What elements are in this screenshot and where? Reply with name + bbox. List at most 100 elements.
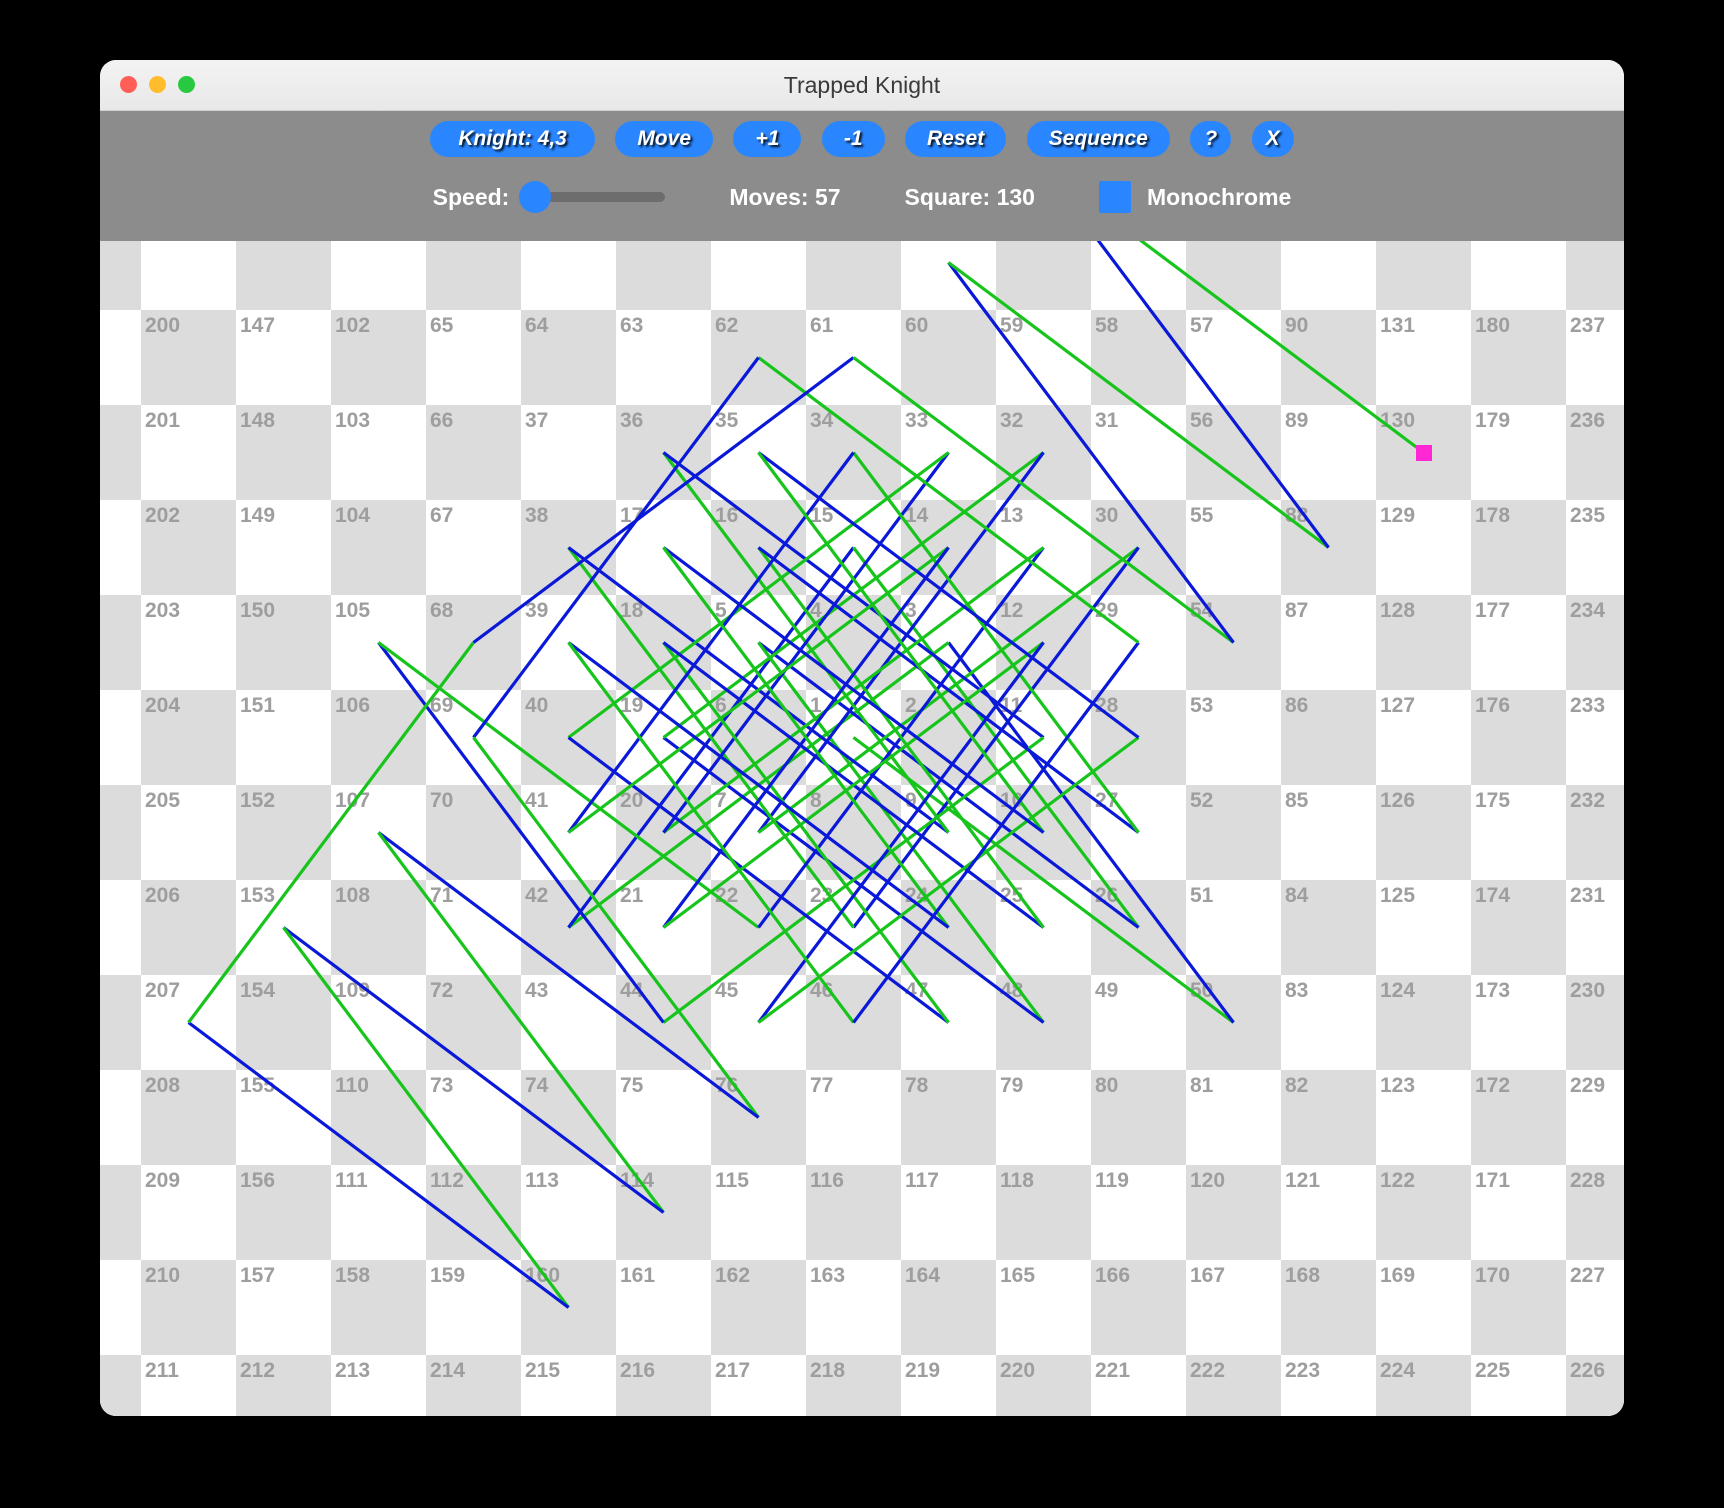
board-cell: 48 xyxy=(996,975,1091,1070)
board-cell: 219 xyxy=(901,1355,996,1416)
board-cell: 228 xyxy=(1566,1165,1624,1260)
speed-slider-knob[interactable] xyxy=(519,181,551,213)
board-cell: 88 xyxy=(1281,500,1376,595)
board-cell: 213 xyxy=(331,1355,426,1416)
board-cell: 162 xyxy=(711,1260,806,1355)
board-cell: 261 xyxy=(100,310,141,405)
board-cell: 20 xyxy=(616,785,711,880)
board-cell: 53 xyxy=(1186,690,1281,785)
monochrome-checkbox[interactable] xyxy=(1099,181,1131,213)
monochrome-label: Monochrome xyxy=(1147,184,1291,211)
board-cell: 86 xyxy=(1281,690,1376,785)
board-cell: 11 xyxy=(996,690,1091,785)
board-cell: 98 xyxy=(616,241,711,310)
board-cell: 176 xyxy=(1471,690,1566,785)
board-cell: 17 xyxy=(616,500,711,595)
board-cell: 81 xyxy=(1186,1070,1281,1165)
board-cell: 70 xyxy=(426,785,521,880)
board-cell: 205 xyxy=(141,785,236,880)
sequence-button[interactable]: Sequence xyxy=(1027,121,1170,157)
titlebar[interactable]: Trapped Knight xyxy=(100,60,1624,111)
board-cell: 128 xyxy=(1376,595,1471,690)
board-cell: 122 xyxy=(1376,1165,1471,1260)
board-cell: 8 xyxy=(806,785,901,880)
board-cell: 227 xyxy=(1566,1260,1624,1355)
board-cell: 68 xyxy=(426,595,521,690)
board-cell: 148 xyxy=(236,405,331,500)
board-cell: 59 xyxy=(996,310,1091,405)
board-cell: 26 xyxy=(1091,880,1186,975)
board-cell: 222 xyxy=(1186,1355,1281,1416)
board-cell: 170 xyxy=(1471,1260,1566,1355)
board-cell: 124 xyxy=(1376,975,1471,1070)
board-cell: 97 xyxy=(711,241,806,310)
board-cell: 235 xyxy=(1566,500,1624,595)
board-cell: 54 xyxy=(1186,595,1281,690)
plus-one-button[interactable]: +1 xyxy=(733,121,801,157)
board-cell: 89 xyxy=(1281,405,1376,500)
board-cell: 117 xyxy=(901,1165,996,1260)
board-cell: 268 xyxy=(100,975,141,1070)
board-cell: 199 xyxy=(141,241,236,310)
board-cell: 83 xyxy=(1281,975,1376,1070)
board-cell: 154 xyxy=(236,975,331,1070)
board-cell: 45 xyxy=(711,975,806,1070)
board-cell: 6 xyxy=(711,690,806,785)
board-cell: 179 xyxy=(1471,405,1566,500)
board-cell: 126 xyxy=(1376,785,1471,880)
board-cell: 39 xyxy=(521,595,616,690)
board-cell: 64 xyxy=(521,310,616,405)
board-cell: 116 xyxy=(806,1165,901,1260)
minimize-icon[interactable] xyxy=(149,76,166,93)
board-cell: 47 xyxy=(901,975,996,1070)
close-button[interactable]: X xyxy=(1252,121,1294,157)
board-cell: 147 xyxy=(236,310,331,405)
board-cell: 120 xyxy=(1186,1165,1281,1260)
board-cell: 80 xyxy=(1091,1070,1186,1165)
board-cell: 84 xyxy=(1281,880,1376,975)
board-cell: 28 xyxy=(1091,690,1186,785)
board-cell: 9 xyxy=(901,785,996,880)
board-cell: 52 xyxy=(1186,785,1281,880)
board-cell: 58 xyxy=(1091,310,1186,405)
square-label: Square: 130 xyxy=(905,184,1035,211)
board-cell: 91 xyxy=(1281,241,1376,310)
help-button[interactable]: ? xyxy=(1190,121,1231,157)
reset-button[interactable]: Reset xyxy=(905,121,1006,157)
board-cell: 118 xyxy=(996,1165,1091,1260)
board-cell: 63 xyxy=(616,310,711,405)
board-cell: 27 xyxy=(1091,785,1186,880)
board-cell: 149 xyxy=(236,500,331,595)
board-cell: 87 xyxy=(1281,595,1376,690)
board-cell: 24 xyxy=(901,880,996,975)
board-cell: 155 xyxy=(236,1070,331,1165)
board-cell: 131 xyxy=(1376,310,1471,405)
close-icon[interactable] xyxy=(120,76,137,93)
board-cell: 157 xyxy=(236,1260,331,1355)
board-cell: 34 xyxy=(806,405,901,500)
board-cell: 225 xyxy=(1471,1355,1566,1416)
board-cell: 74 xyxy=(521,1070,616,1165)
board-cell: 121 xyxy=(1281,1165,1376,1260)
speed-slider[interactable] xyxy=(525,192,665,202)
board-cell: 79 xyxy=(996,1070,1091,1165)
board[interactable]: 2601991461011009998979695949392911321812… xyxy=(100,241,1624,1416)
board-cell: 218 xyxy=(806,1355,901,1416)
board-cell: 203 xyxy=(141,595,236,690)
board-cell: 73 xyxy=(426,1070,521,1165)
move-button[interactable]: Move xyxy=(615,121,713,157)
board-cell: 158 xyxy=(331,1260,426,1355)
knight-button[interactable]: Knight: 4,3 xyxy=(430,121,595,157)
minus-one-button[interactable]: -1 xyxy=(822,121,885,157)
board-cell: 30 xyxy=(1091,500,1186,595)
board-cell: 96 xyxy=(806,241,901,310)
board-cell: 171 xyxy=(1471,1165,1566,1260)
board-cell: 166 xyxy=(1091,1260,1186,1355)
board-cell: 151 xyxy=(236,690,331,785)
board-cell: 123 xyxy=(1376,1070,1471,1165)
board-cell: 150 xyxy=(236,595,331,690)
board-cell: 31 xyxy=(1091,405,1186,500)
board-cell: 224 xyxy=(1376,1355,1471,1416)
zoom-icon[interactable] xyxy=(178,76,195,93)
board-cell: 146 xyxy=(236,241,331,310)
